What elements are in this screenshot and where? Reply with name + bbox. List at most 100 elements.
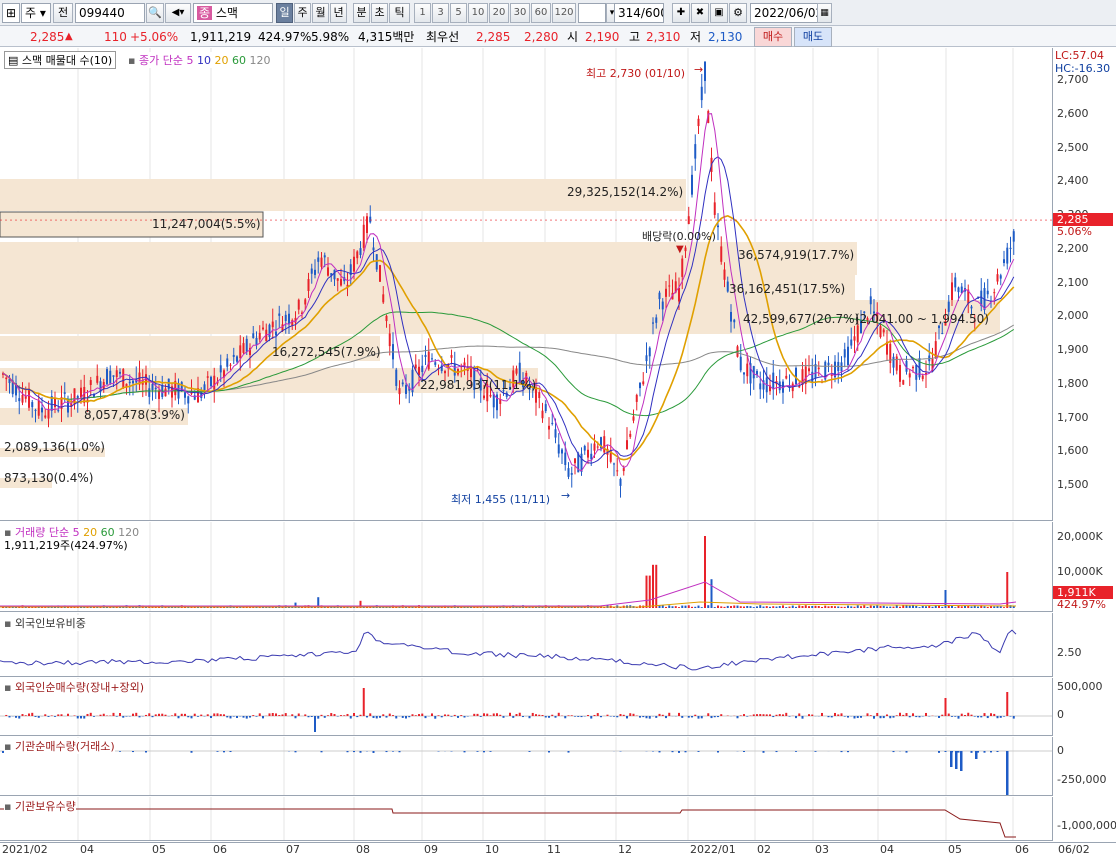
inst-net-bar: [463, 751, 466, 753]
inst-net-bar: [717, 751, 719, 753]
foreign-net-bar: [869, 715, 872, 716]
volume-bar: [954, 607, 957, 608]
candle: [154, 387, 157, 390]
inst-hold-chart[interactable]: [0, 797, 1052, 841]
prev-button[interactable]: 전: [53, 3, 73, 23]
foreign-net-bar: [489, 715, 492, 716]
volume-bar: [791, 605, 794, 608]
inst-net-bar: [795, 751, 797, 752]
foreign-net-bar: [856, 716, 859, 719]
foreign-net-bar: [408, 716, 411, 718]
candle: [515, 368, 518, 374]
market-select[interactable]: 주 ▾: [21, 3, 51, 23]
minute-1[interactable]: 1: [414, 3, 431, 23]
volume-bar: [873, 605, 875, 608]
search-icon[interactable]: 🔍: [146, 3, 164, 23]
volume-bar: [986, 606, 989, 608]
minute-30[interactable]: 30: [510, 3, 530, 23]
zoom-out-icon[interactable]: ✖: [691, 3, 709, 23]
custom-period-input[interactable]: [578, 3, 606, 23]
stock-name-field[interactable]: 종 스맥: [193, 3, 273, 23]
candle: [28, 388, 30, 408]
volume-bar: [671, 606, 674, 608]
inst-net-bar: [294, 751, 297, 753]
minute-5[interactable]: 5: [450, 3, 467, 23]
foreign-net-bar: [502, 716, 505, 718]
save-icon[interactable]: ▣: [710, 3, 728, 23]
x-tick: 04: [880, 843, 894, 856]
volume-chart[interactable]: [0, 522, 1052, 612]
period-month[interactable]: 월: [312, 3, 329, 23]
volume-bar: [821, 606, 823, 608]
open-price: 2,190: [585, 30, 620, 44]
foreign-net-chart[interactable]: [0, 678, 1052, 736]
foreign-net-bar: [645, 716, 648, 719]
foreign-net-bar: [60, 714, 63, 716]
market-icon: ⊞: [2, 3, 20, 23]
foreign-net-bar: [619, 714, 622, 716]
period-week[interactable]: 주: [294, 3, 311, 23]
candle: [567, 468, 570, 477]
foreign-net-bar: [219, 714, 222, 716]
candle: [151, 383, 154, 391]
foreign-net-bar: [964, 714, 966, 716]
foreign-net-bar: [681, 716, 684, 718]
foreign-net-bar: [736, 716, 739, 719]
foreign-net-bar: [564, 716, 567, 719]
volume-bar: [694, 606, 697, 608]
foreign-net-bar: [193, 713, 196, 716]
foreign-ratio-chart[interactable]: [0, 613, 1052, 677]
foreign-net-bar: [697, 716, 700, 719]
minute-60[interactable]: 60: [531, 3, 551, 23]
foreign-net-bar: [278, 715, 281, 716]
foreign-net-bar: [548, 716, 550, 718]
period-second[interactable]: 초: [371, 3, 388, 23]
x-tick: 02: [757, 843, 771, 856]
candle: [687, 216, 690, 225]
inst-net-bar: [392, 751, 394, 752]
minute-20[interactable]: 20: [489, 3, 509, 23]
zoom-in-icon[interactable]: ✚: [672, 3, 690, 23]
foreign-net-bar: [986, 716, 989, 719]
calendar-icon[interactable]: ▦: [817, 3, 832, 23]
period-tick[interactable]: 틱: [389, 3, 410, 23]
candle: [1003, 259, 1005, 264]
foreign-net-bar: [154, 714, 157, 716]
volume-bar: [908, 605, 911, 608]
minute-3[interactable]: 3: [432, 3, 449, 23]
candle: [970, 306, 973, 309]
foreign-net-bar: [899, 712, 901, 716]
count-total: /600: [640, 6, 663, 20]
candle: [853, 336, 856, 341]
foreign-net-bar: [353, 712, 355, 716]
minute-10[interactable]: 10: [468, 3, 488, 23]
candle: [538, 392, 541, 399]
foreign-net-bar: [320, 714, 323, 716]
minute-120[interactable]: 120: [552, 3, 576, 23]
buy-button[interactable]: 매수: [754, 27, 792, 47]
period-day[interactable]: 일: [276, 3, 293, 23]
count-field[interactable]: 314/600: [614, 3, 664, 23]
dividend-label: 배당락(0.00%): [642, 230, 716, 243]
speaker-icon[interactable]: ◀▾: [165, 3, 191, 23]
volume-bar: [752, 607, 755, 608]
price-chart[interactable]: [0, 48, 1052, 521]
gear-icon[interactable]: ⚙: [729, 3, 747, 23]
foreign-net-bar: [268, 713, 271, 716]
price-ytick: 2,200: [1057, 241, 1089, 255]
inst-net-chart[interactable]: [0, 737, 1052, 796]
x-tick: 07: [286, 843, 300, 856]
sell-button[interactable]: 매도: [794, 27, 832, 47]
volume-bar: [977, 606, 979, 608]
foreign-net-bar: [463, 716, 466, 718]
code-input[interactable]: 099440: [75, 3, 145, 23]
foreign-net-bar: [554, 716, 557, 718]
period-minute[interactable]: 분: [353, 3, 370, 23]
foreign-net-bar: [788, 716, 791, 717]
foreign-net-ytick-0: 0: [1057, 708, 1064, 721]
candle: [203, 384, 206, 391]
ma-legend: ▪ 종가 단순 5 10 20 60 120: [128, 52, 271, 68]
period-year[interactable]: 년: [330, 3, 347, 23]
volume-bar: [879, 605, 882, 608]
foreign-net-bar: [210, 716, 212, 719]
